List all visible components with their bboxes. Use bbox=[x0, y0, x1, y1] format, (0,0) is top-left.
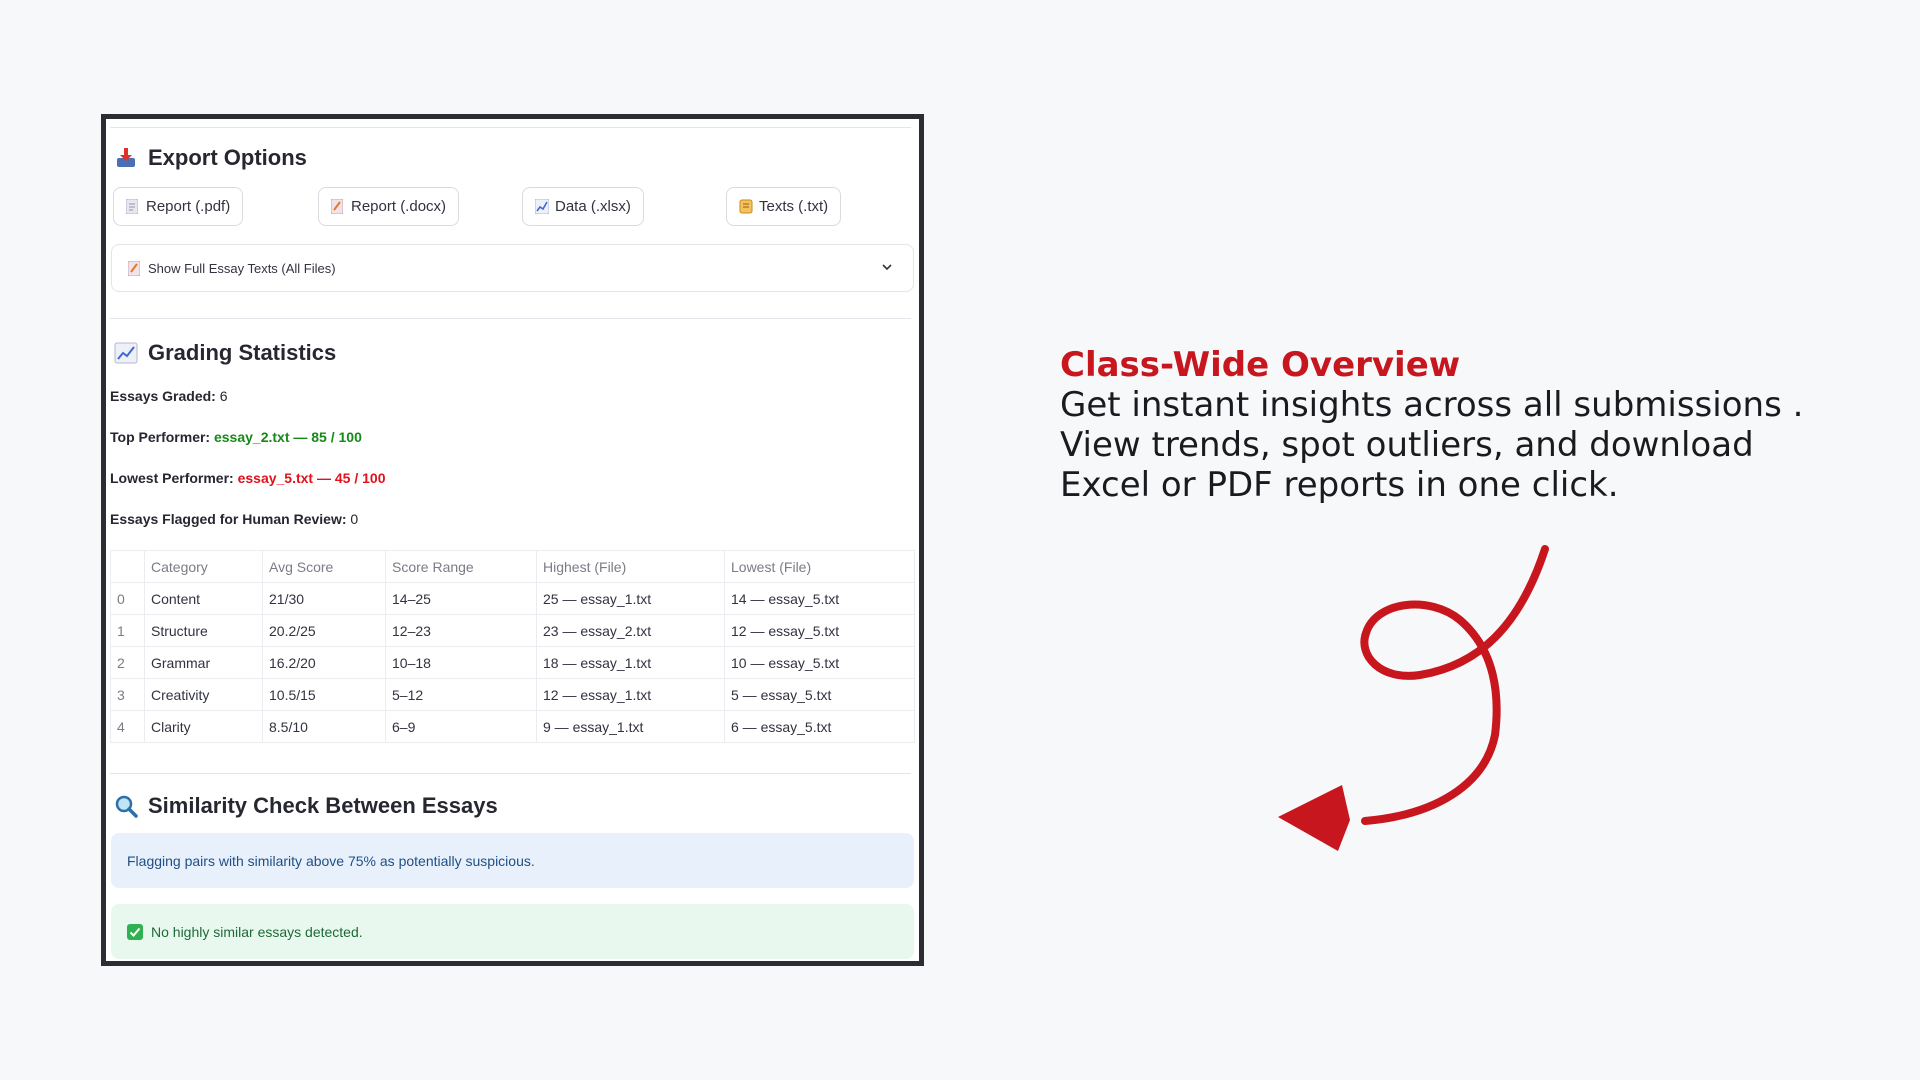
cell-highest: 18 — essay_1.txt bbox=[536, 646, 725, 679]
cell-avg-score: 21/30 bbox=[262, 582, 386, 615]
cell-category: Creativity bbox=[144, 678, 263, 711]
data-xlsx-label: Data (.xlsx) bbox=[555, 198, 631, 215]
divider bbox=[110, 127, 911, 128]
cell-highest: 25 — essay_1.txt bbox=[536, 582, 725, 615]
cell-category: Content bbox=[144, 582, 263, 615]
report-pdf-button[interactable]: Report (.pdf) bbox=[113, 187, 244, 226]
report-docx-button[interactable]: Report (.docx) bbox=[318, 187, 460, 226]
chart-file-icon bbox=[534, 198, 550, 215]
curly-arrow-icon bbox=[1270, 545, 1570, 855]
check-mark-icon bbox=[127, 923, 143, 940]
lowest-performer-value: essay_5.txt — 45 / 100 bbox=[237, 470, 386, 486]
inbox-tray-icon bbox=[114, 146, 138, 170]
cell-lowest: 14 — essay_5.txt bbox=[724, 582, 915, 615]
cell-avg-score: 16.2/20 bbox=[262, 646, 386, 679]
similarity-info-text: Flagging pairs with similarity above 75%… bbox=[127, 852, 535, 869]
report-docx-label: Report (.docx) bbox=[351, 198, 447, 215]
row-index: 3 bbox=[110, 678, 145, 711]
essays-graded-label: Essays Graded: bbox=[110, 388, 216, 404]
docx-file-icon bbox=[330, 198, 344, 215]
essays-graded-value: 6 bbox=[219, 388, 228, 404]
cell-score-range: 6–9 bbox=[385, 710, 537, 743]
similarity-success-text: No highly similar essays detected. bbox=[151, 923, 363, 940]
table-row: 0 Content 21/30 14–25 25 — essay_1.txt 1… bbox=[110, 582, 915, 615]
cell-lowest: 5 — essay_5.txt bbox=[724, 678, 915, 711]
column-header-highest[interactable]: Highest (File) bbox=[536, 550, 725, 583]
grading-statistics-heading: Grading Statistics bbox=[114, 340, 336, 366]
essays-graded-stat: Essays Graded: 6 bbox=[110, 388, 228, 404]
lowest-performer-stat: Lowest Performer: essay_5.txt — 45 / 100 bbox=[110, 470, 385, 486]
cell-lowest: 6 — essay_5.txt bbox=[724, 710, 915, 743]
top-performer-label: Top Performer: bbox=[110, 429, 211, 445]
texts-txt-label: Texts (.txt) bbox=[759, 198, 829, 215]
cell-avg-score: 8.5/10 bbox=[262, 710, 386, 743]
cell-score-range: 12–23 bbox=[385, 614, 537, 647]
cell-score-range: 10–18 bbox=[385, 646, 537, 679]
overview-line: Get instant insights across all submissi… bbox=[1060, 385, 1804, 425]
app-screenshot-panel: Export Options Report (.pdf) Report (.do… bbox=[101, 114, 924, 966]
top-performer-stat: Top Performer: essay_2.txt — 85 / 100 bbox=[110, 429, 362, 445]
texts-txt-button[interactable]: Texts (.txt) bbox=[726, 187, 842, 226]
pdf-file-icon bbox=[125, 198, 139, 215]
full-essay-texts-expander[interactable]: Show Full Essay Texts (All Files) bbox=[111, 244, 914, 292]
column-header-lowest[interactable]: Lowest (File) bbox=[724, 550, 915, 583]
similarity-check-heading: Similarity Check Between Essays bbox=[114, 793, 498, 819]
cell-category: Structure bbox=[144, 614, 263, 647]
scroll-icon bbox=[739, 199, 753, 214]
overview-line: Excel or PDF reports in one click. bbox=[1060, 465, 1619, 505]
overview-line: View trends, spot outliers, and download bbox=[1060, 425, 1754, 465]
top-performer-value: essay_2.txt — 85 / 100 bbox=[213, 429, 362, 445]
divider bbox=[110, 318, 911, 319]
category-stats-table: Category Avg Score Score Range Highest (… bbox=[110, 550, 915, 743]
memo-icon bbox=[127, 260, 141, 276]
column-header-index[interactable] bbox=[110, 550, 145, 583]
divider bbox=[110, 773, 911, 774]
column-header-score-range[interactable]: Score Range bbox=[385, 550, 537, 583]
table-row: 3 Creativity 10.5/15 5–12 12 — essay_1.t… bbox=[110, 678, 915, 711]
flagged-essays-stat: Essays Flagged for Human Review: 0 bbox=[110, 511, 358, 527]
magnifying-glass-icon bbox=[114, 794, 138, 818]
cell-highest: 12 — essay_1.txt bbox=[536, 678, 725, 711]
table-row: 1 Structure 20.2/25 12–23 23 — essay_2.t… bbox=[110, 614, 915, 647]
similarity-info-alert: Flagging pairs with similarity above 75%… bbox=[111, 833, 914, 888]
overview-title: Class-Wide Overview bbox=[1060, 345, 1461, 385]
cell-avg-score: 10.5/15 bbox=[262, 678, 386, 711]
table-row: 2 Grammar 16.2/20 10–18 18 — essay_1.txt… bbox=[110, 646, 915, 679]
row-index: 1 bbox=[110, 614, 145, 647]
report-pdf-label: Report (.pdf) bbox=[146, 198, 231, 215]
lowest-performer-label: Lowest Performer: bbox=[110, 470, 234, 486]
chart-increasing-icon bbox=[114, 341, 138, 365]
column-header-avg-score[interactable]: Avg Score bbox=[262, 550, 386, 583]
cell-score-range: 14–25 bbox=[385, 582, 537, 615]
expander-label: Show Full Essay Texts (All Files) bbox=[148, 260, 336, 276]
row-index: 0 bbox=[110, 582, 145, 615]
row-index: 2 bbox=[110, 646, 145, 679]
flagged-essays-value: 0 bbox=[350, 511, 359, 527]
data-xlsx-button[interactable]: Data (.xlsx) bbox=[522, 187, 644, 226]
cell-score-range: 5–12 bbox=[385, 678, 537, 711]
cell-highest: 23 — essay_2.txt bbox=[536, 614, 725, 647]
cell-category: Grammar bbox=[144, 646, 263, 679]
table-header-row: Category Avg Score Score Range Highest (… bbox=[110, 550, 915, 583]
flagged-essays-label: Essays Flagged for Human Review: bbox=[110, 511, 347, 527]
similarity-success-alert: No highly similar essays detected. bbox=[111, 904, 914, 959]
cell-lowest: 12 — essay_5.txt bbox=[724, 614, 915, 647]
export-options-heading: Export Options bbox=[114, 145, 307, 171]
cell-highest: 9 — essay_1.txt bbox=[536, 710, 725, 743]
cell-avg-score: 20.2/25 bbox=[262, 614, 386, 647]
column-header-category[interactable]: Category bbox=[144, 550, 263, 583]
cell-lowest: 10 — essay_5.txt bbox=[724, 646, 915, 679]
grading-statistics-title: Grading Statistics bbox=[148, 340, 337, 365]
table-row: 4 Clarity 8.5/10 6–9 9 — essay_1.txt 6 —… bbox=[110, 710, 915, 743]
similarity-check-title: Similarity Check Between Essays bbox=[148, 793, 498, 818]
chevron-down-icon[interactable] bbox=[879, 259, 895, 275]
cell-category: Clarity bbox=[144, 710, 263, 743]
row-index: 4 bbox=[110, 710, 145, 743]
overview-callout: Class-Wide Overview Get instant insights… bbox=[1060, 345, 1860, 505]
export-options-title: Export Options bbox=[148, 145, 307, 170]
